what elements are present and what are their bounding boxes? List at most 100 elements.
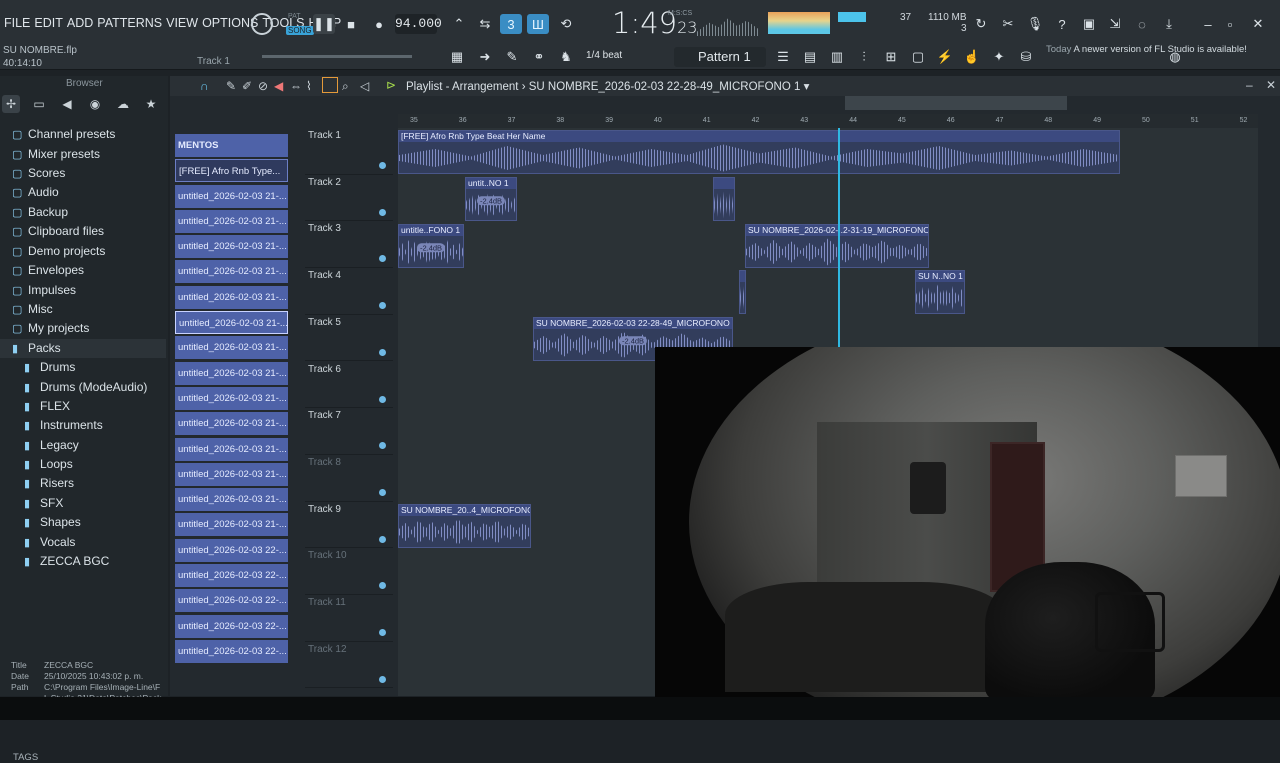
pencil-icon[interactable]: ✎	[226, 79, 236, 93]
zoom-icon[interactable]: ⌕	[342, 79, 349, 94]
playlist-icon[interactable]: ☰	[772, 47, 794, 67]
undo-icon[interactable]: ↻	[970, 14, 992, 34]
track-header[interactable]: Track 8	[305, 455, 393, 502]
render-icon[interactable]: ⇲	[1104, 14, 1126, 34]
master-pitch-slider[interactable]	[262, 55, 412, 58]
close-icon[interactable]: ✕	[1250, 14, 1266, 34]
loop-record-icon[interactable]: ⟲	[555, 14, 577, 34]
browser-item[interactable]: ▮ ZECCA BGC	[0, 552, 166, 571]
browser-item[interactable]: ▢ Misc	[0, 300, 166, 319]
browser-item[interactable]: ▮ Instruments	[0, 416, 166, 435]
browser-item[interactable]: ▢ Channel presets	[0, 125, 166, 144]
browser-item[interactable]: ▢ Clipboard files	[0, 222, 166, 241]
track-mute-led[interactable]	[379, 675, 386, 683]
tempo-display[interactable]: 94.000	[395, 14, 442, 34]
wait-icon[interactable]: ⇆	[474, 14, 496, 34]
picker-clip[interactable]: [FREE] Afro Rnb Type...	[175, 159, 288, 183]
select-icon[interactable]	[322, 77, 338, 93]
picker-clip[interactable]: untitled_2026-02-03 22-...	[175, 614, 288, 638]
track-mute-led[interactable]	[379, 255, 386, 263]
track-header[interactable]: Track 10	[305, 548, 393, 595]
menu-file[interactable]: FILE	[4, 16, 30, 30]
browser-item[interactable]: ▮ Loops	[0, 455, 166, 474]
picker-clip[interactable]: untitled_2026-02-03 21-...	[175, 361, 288, 385]
audio-clip[interactable]: SU NOMBRE_20..4_MICROFONO 1	[398, 504, 531, 548]
plugin-icon[interactable]: ⊞	[880, 47, 902, 67]
arrangement-name[interactable]: SU NOMBRE_2026-02-03 22-28-49_MICROFONO …	[529, 81, 801, 93]
menu-view[interactable]: VIEW	[166, 16, 198, 30]
picker-clip[interactable]: untitled_2026-02-03 21-...	[175, 488, 288, 512]
picker-clip[interactable]: untitled_2026-02-03 21-...	[175, 513, 288, 537]
mute-icon[interactable]: ◀	[274, 79, 283, 93]
keyboard-icon[interactable]: ▦	[446, 47, 468, 67]
all-tab-icon[interactable]: ✢	[2, 95, 20, 113]
channel-rack-icon[interactable]: ▥	[826, 47, 848, 67]
track-header[interactable]: Track 2	[305, 175, 393, 222]
stamp-icon[interactable]: ♞	[555, 47, 577, 67]
browser-item[interactable]: ▮ Drums	[0, 358, 166, 377]
project-tab-icon[interactable]: ▭	[30, 95, 48, 113]
shop-icon[interactable]: ⛁	[1015, 47, 1037, 67]
audio-clip[interactable]: [FREE] Afro Rnb Type Beat Her Name	[398, 130, 1120, 174]
browser-item[interactable]: ▮ Risers	[0, 474, 166, 493]
audio-clip[interactable]: untit..NO 1 -2.4dB	[465, 177, 517, 221]
menu-edit[interactable]: EDIT	[34, 16, 62, 30]
track-mute-led[interactable]	[379, 535, 386, 543]
piano-roll-icon[interactable]: ▤	[799, 47, 821, 67]
track-header[interactable]: Track 6	[305, 362, 393, 409]
update-notice[interactable]: Today A newer version of FL Studio is av…	[1046, 44, 1247, 56]
track-mute-led[interactable]	[379, 302, 386, 310]
track-header[interactable]: Track 4	[305, 268, 393, 315]
pat-mode-label[interactable]: PAT	[288, 13, 301, 20]
track-mute-led[interactable]	[379, 395, 386, 403]
picker-clip[interactable]: untitled_2026-02-03 21-...	[175, 437, 288, 461]
metronome-icon[interactable]: ⌃	[448, 14, 470, 34]
magnet-icon[interactable]: ∩	[200, 79, 209, 93]
picker-clip[interactable]: untitled_2026-02-03 22-...	[175, 639, 288, 663]
track-mute-led[interactable]	[379, 582, 386, 590]
browser-item[interactable]: ▮ Shapes	[0, 513, 166, 532]
browser-item[interactable]: ▮ Vocals	[0, 533, 166, 552]
playlist-close-icon[interactable]: ✕	[1266, 78, 1276, 92]
record-button[interactable]: ●	[368, 14, 390, 34]
link-icon[interactable]: ⚭	[528, 47, 550, 67]
picker-clip[interactable]: untitled_2026-02-03 21-...	[175, 311, 288, 335]
picker-clip[interactable]: untitled_2026-02-03 21-...	[175, 184, 288, 208]
picker-clip[interactable]: untitled_2026-02-03 22-...	[175, 538, 288, 562]
mic-icon[interactable]: 🎙	[1024, 14, 1046, 34]
audio-clip[interactable]	[739, 270, 746, 314]
browser-item[interactable]: ▮ Packs	[0, 339, 166, 358]
play-icon[interactable]: ⊳	[386, 78, 396, 92]
playlist-minimize-icon[interactable]: –	[1246, 78, 1253, 92]
plugin-tab-icon[interactable]: ◉	[86, 95, 104, 113]
track-header[interactable]: Track 3	[305, 221, 393, 269]
picker-clip[interactable]: untitled_2026-02-03 21-...	[175, 336, 288, 360]
slip-icon[interactable]: ⇔	[290, 79, 302, 93]
picker-clip[interactable]: untitled_2026-02-03 21-...	[175, 260, 288, 284]
track-mute-led[interactable]	[379, 208, 386, 216]
track-header[interactable]: Track 9	[305, 502, 393, 549]
audio-clip[interactable]: untitle..FONO 1 -2.4dB	[398, 224, 464, 268]
track-mute-led[interactable]	[379, 162, 386, 169]
countdown-icon[interactable]: 3	[500, 14, 522, 34]
master-volume-knob[interactable]	[251, 13, 273, 35]
slice-icon[interactable]: ⌇	[306, 79, 312, 93]
horizontal-scrollbar[interactable]	[845, 96, 1067, 110]
track-header[interactable]: Track 12	[305, 642, 393, 689]
picker-clip[interactable]: untitled_2026-02-03 21-...	[175, 412, 288, 436]
picker-clip[interactable]: untitled_2026-02-03 22-...	[175, 564, 288, 588]
pattern-selector[interactable]: Pattern 1	[674, 47, 766, 67]
picker-clip[interactable]: untitled_2026-02-03 21-...	[175, 462, 288, 486]
browser-item[interactable]: ▢ Demo projects	[0, 242, 166, 261]
track-mute-led[interactable]	[379, 348, 386, 356]
menu-add[interactable]: ADD	[67, 16, 93, 30]
track-header[interactable]: Track 7	[305, 408, 393, 455]
picker-clip[interactable]: untitled_2026-02-03 21-...	[175, 386, 288, 410]
stop-button[interactable]: ■	[340, 14, 362, 34]
browser-item[interactable]: ▢ Backup	[0, 203, 166, 222]
audio-clip[interactable]: SU N..NO 1	[915, 270, 965, 314]
tags-label[interactable]: TAGS	[13, 752, 38, 763]
song-mode-label[interactable]: SONG	[286, 26, 314, 35]
speaker-tab-icon[interactable]: ◀	[58, 95, 76, 113]
help-icon[interactable]: ?	[1051, 14, 1073, 34]
